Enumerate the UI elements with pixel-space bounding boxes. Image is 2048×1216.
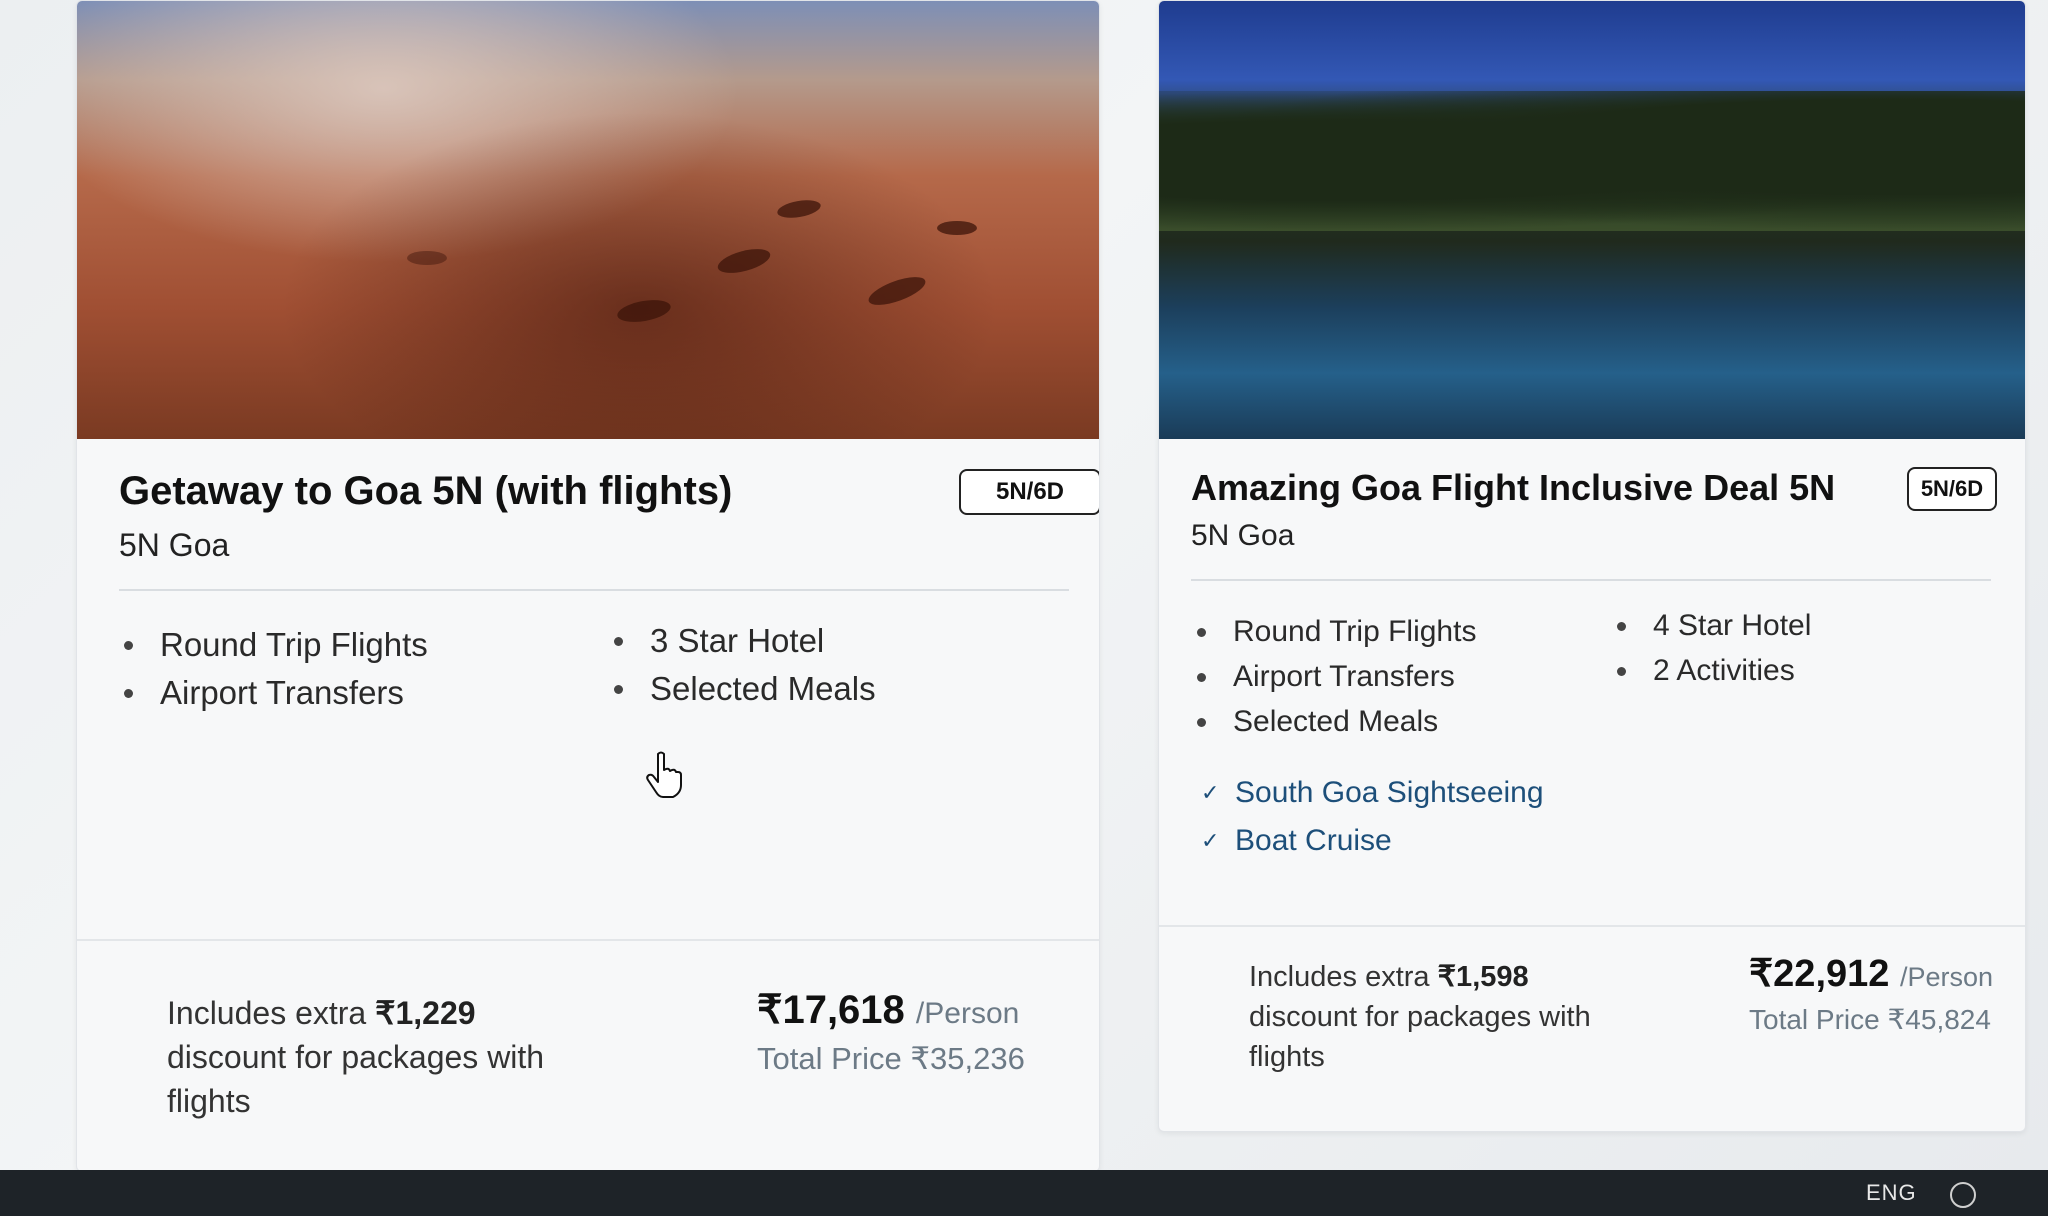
price-section: Includes extra ₹1,598 discount for packa… <box>1159 925 2025 1131</box>
discount-amount: ₹1,229 <box>375 995 476 1031</box>
package-title[interactable]: Getaway to Goa 5N (with flights) <box>119 469 732 514</box>
highlight-item: ✓ South Goa Sightseeing <box>1201 769 1544 817</box>
package-destination: 5N Goa <box>1191 519 1295 552</box>
package-image-beach-footprints[interactable] <box>77 1 1099 439</box>
divider <box>1191 579 1991 581</box>
discount-suffix: discount for packages with flights <box>167 1039 545 1119</box>
total-price: Total Price ₹35,236 <box>757 1041 1025 1076</box>
wifi-icon[interactable] <box>1950 1182 1976 1208</box>
activity-highlights: ✓ South Goa Sightseeing ✓ Boat Cruise <box>1201 769 1544 865</box>
checkmark-icon: ✓ <box>1201 780 1220 805</box>
price-unit: /Person <box>915 997 1020 1030</box>
inclusions-list-right: 4 Star Hotel 2 Activities <box>1617 603 1812 693</box>
footprint-shape <box>775 197 823 221</box>
bullet-dot-icon <box>1197 672 1206 682</box>
package-image-lake-landscape[interactable] <box>1159 1 2025 439</box>
inclusion-label: Round Trip Flights <box>1233 615 1477 648</box>
bullet-dot-icon <box>124 689 133 698</box>
bullet-dot-icon <box>124 641 133 650</box>
os-taskbar: ENG <box>0 1170 2048 1216</box>
inclusion-item: Round Trip Flights <box>1197 609 1477 654</box>
duration-badge: 5N/6D <box>959 469 1099 515</box>
inclusion-item: 3 Star Hotel <box>614 617 876 665</box>
bullet-dot-icon <box>614 685 623 694</box>
discount-prefix: Includes extra <box>1249 961 1438 993</box>
highlight-item: ✓ Boat Cruise <box>1201 817 1544 865</box>
inclusion-item: 2 Activities <box>1617 648 1811 693</box>
inclusion-label: 4 Star Hotel <box>1653 609 1812 642</box>
inclusion-label: Airport Transfers <box>160 674 404 711</box>
inclusion-item: Selected Meals <box>1197 699 1476 744</box>
inclusion-item: Selected Meals <box>614 665 876 713</box>
price-per-person: ₹22,912 /Person <box>1749 951 1993 996</box>
total-price: Total Price ₹45,824 <box>1749 1004 1991 1035</box>
footprint-shape <box>865 271 929 311</box>
package-details: Amazing Goa Flight Inclusive Deal 5N 5N … <box>1159 439 2025 1131</box>
highlight-label: Boat Cruise <box>1235 824 1392 857</box>
page: Getaway to Goa 5N (with flights) 5N Goa … <box>0 0 2048 1172</box>
package-title[interactable]: Amazing Goa Flight Inclusive Deal 5N <box>1191 467 1835 509</box>
package-destination: 5N Goa <box>119 527 230 563</box>
package-card-goa-amazing-deal[interactable]: Amazing Goa Flight Inclusive Deal 5N 5N … <box>1158 0 2026 1132</box>
inclusion-item: Round Trip Flights <box>124 621 428 669</box>
inclusion-label: Airport Transfers <box>1233 660 1455 693</box>
bullet-dot-icon <box>614 637 623 646</box>
highlight-label: South Goa Sightseeing <box>1235 776 1544 809</box>
inclusion-label: 3 Star Hotel <box>650 622 825 659</box>
divider <box>119 589 1069 591</box>
footprint-shape <box>937 221 977 235</box>
footprint-shape <box>615 296 673 326</box>
price-per-person: ₹17,618 /Person <box>757 987 1019 1033</box>
checkmark-icon: ✓ <box>1201 828 1220 853</box>
inclusion-label: Selected Meals <box>1233 705 1439 738</box>
footprint-shape <box>407 251 447 265</box>
package-details: Getaway to Goa 5N (with flights) 5N Goa … <box>77 439 1099 1171</box>
inclusion-item: 4 Star Hotel <box>1617 603 1812 648</box>
price-value: ₹17,618 <box>757 988 905 1032</box>
inclusions-list-left: Round Trip Flights Airport Transfers <box>124 621 428 717</box>
bullet-dot-icon <box>1197 717 1206 727</box>
footprint-shape <box>715 244 773 278</box>
price-section: Includes extra ₹1,229 discount for packa… <box>77 939 1099 1171</box>
inclusion-label: Selected Meals <box>650 670 876 707</box>
inclusion-label: 2 Activities <box>1653 654 1795 687</box>
price-value: ₹22,912 <box>1749 953 1890 995</box>
input-language-indicator[interactable]: ENG <box>1866 1180 1917 1206</box>
hand-pointer-icon <box>646 751 682 798</box>
bullet-dot-icon <box>1617 666 1626 676</box>
flight-discount-note: Includes extra ₹1,229 discount for packa… <box>167 991 597 1123</box>
flight-discount-note: Includes extra ₹1,598 discount for packa… <box>1249 957 1629 1077</box>
discount-prefix: Includes extra <box>167 995 376 1031</box>
inclusions-list-right: 3 Star Hotel Selected Meals <box>614 617 876 713</box>
inclusions-list-left: Round Trip Flights Airport Transfers Sel… <box>1197 609 1477 744</box>
tree-line-shape <box>1159 91 2025 231</box>
discount-suffix: discount for packages with flights <box>1249 1001 1591 1073</box>
package-card-goa-getaway[interactable]: Getaway to Goa 5N (with flights) 5N Goa … <box>76 0 1100 1172</box>
discount-amount: ₹1,598 <box>1437 961 1529 993</box>
price-unit: /Person <box>1899 962 1994 992</box>
duration-badge: 5N/6D <box>1907 467 1997 511</box>
inclusion-item: Airport Transfers <box>124 669 428 717</box>
bullet-dot-icon <box>1617 621 1626 631</box>
inclusion-item: Airport Transfers <box>1197 654 1476 699</box>
inclusion-label: Round Trip Flights <box>160 626 428 663</box>
bullet-dot-icon <box>1197 627 1206 637</box>
